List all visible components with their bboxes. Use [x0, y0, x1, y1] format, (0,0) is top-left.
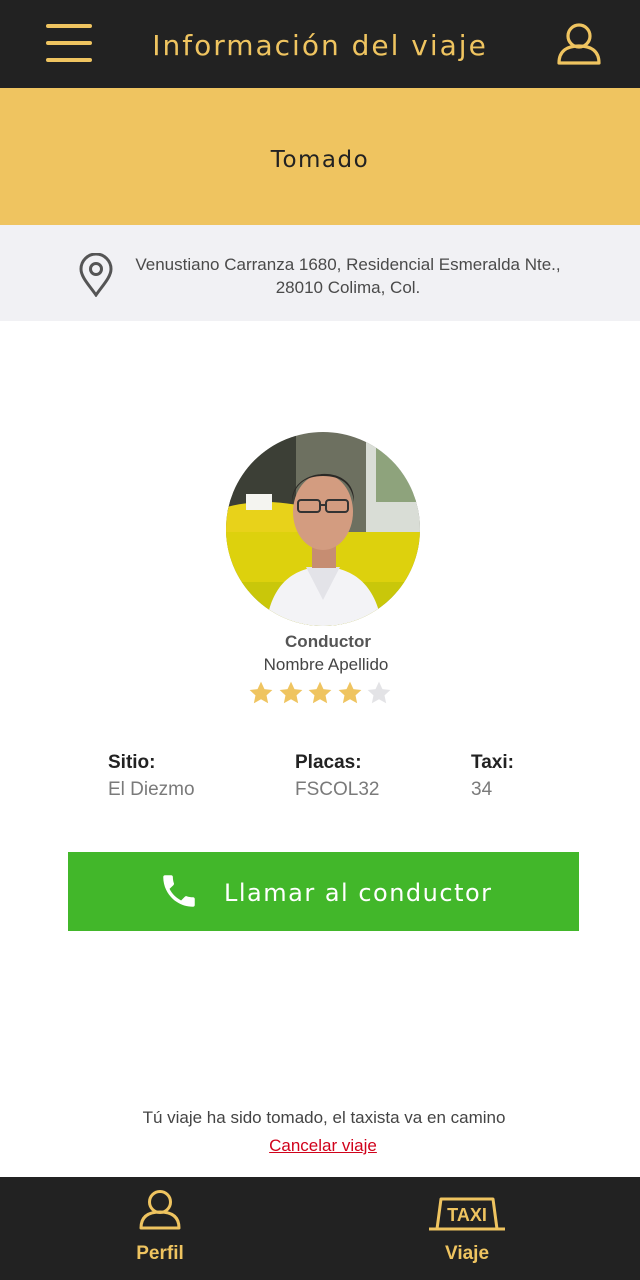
info-label: Sitio:: [108, 752, 156, 773]
driver-rating: [248, 680, 398, 708]
status-banner: Tomado: [0, 88, 640, 225]
taxi-sign-icon: TAXI: [429, 1197, 505, 1231]
info-placas: Placas: FSCOL32: [295, 752, 379, 801]
address-line-2: 28010 Colima, Col.: [275, 278, 421, 297]
bottom-nav: Perfil TAXI Viaje: [0, 1177, 640, 1280]
map-pin-icon: [78, 252, 114, 298]
driver-avatar: [226, 432, 420, 626]
nav-label-viaje: Viaje: [444, 1243, 490, 1264]
user-icon[interactable]: [556, 22, 602, 66]
info-value: FSCOL32: [295, 779, 380, 800]
star-filled-icon: [279, 681, 302, 704]
driver-role: Conductor: [285, 632, 371, 651]
address-line-1: Venustiano Carranza 1680, Residencial Es…: [135, 255, 561, 274]
pickup-address: Venustiano Carranza 1680, Residencial Es…: [122, 253, 574, 299]
trip-status: Tomado: [270, 147, 370, 173]
star-filled-icon: [338, 681, 361, 704]
info-value: El Diezmo: [108, 779, 195, 800]
address-panel: Venustiano Carranza 1680, Residencial Es…: [0, 225, 640, 321]
driver-name: Nombre Apellido: [263, 655, 389, 674]
call-driver-button[interactable]: Llamar al conductor: [68, 852, 579, 931]
nav-item-perfil[interactable]: Perfil: [110, 1177, 210, 1280]
info-sitio: Sitio: El Diezmo: [108, 752, 195, 801]
user-icon: [139, 1190, 181, 1230]
info-taxi: Taxi: 34: [471, 752, 514, 801]
page-title: Información del viaje: [152, 29, 488, 62]
taxi-sign-text: TAXI: [447, 1205, 487, 1225]
info-label: Taxi:: [471, 752, 514, 773]
info-value: 34: [471, 779, 493, 800]
trip-status-message: Tú viaje ha sido tomado, el taxista va e…: [142, 1108, 506, 1127]
cancel-trip-link[interactable]: Cancelar viaje: [0, 1136, 640, 1156]
star-filled-icon: [249, 681, 273, 704]
nav-item-viaje[interactable]: TAXI Viaje: [417, 1177, 517, 1280]
nav-label-perfil: Perfil: [136, 1243, 184, 1264]
star-empty-icon: [367, 681, 391, 704]
top-bar: Información del viaje: [0, 0, 640, 88]
phone-icon: [158, 870, 200, 912]
info-label: Placas:: [295, 752, 362, 773]
star-filled-icon: [308, 681, 332, 704]
call-button-label: Llamar al conductor: [224, 879, 493, 907]
